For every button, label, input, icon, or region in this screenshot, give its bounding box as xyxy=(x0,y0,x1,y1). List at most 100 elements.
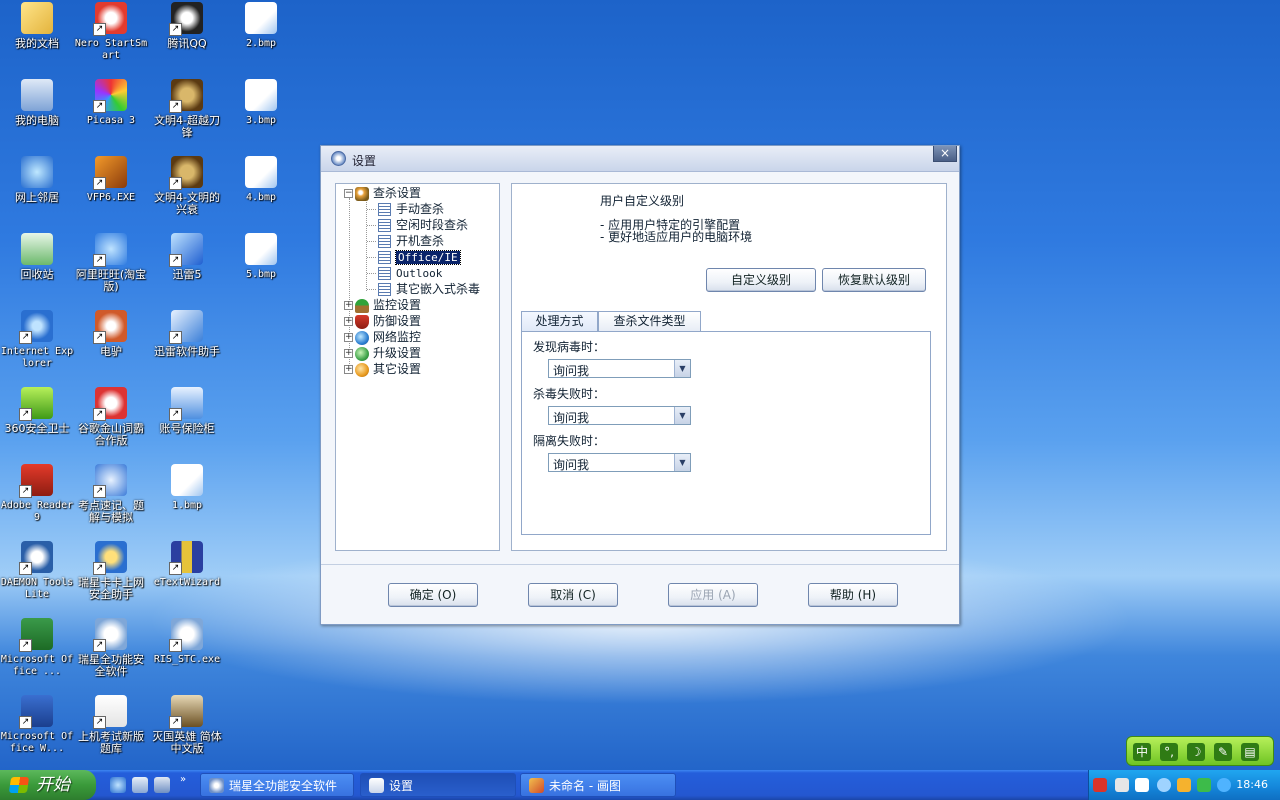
task-paint[interactable]: 未命名 - 画图 xyxy=(520,773,676,797)
desktop-icon[interactable]: 灭国英雄 简体中文版 xyxy=(150,695,224,755)
tree-item-monitor-settings[interactable]: + 监控设置 xyxy=(344,297,421,313)
thunder-icon xyxy=(169,233,203,267)
show-desktop-icon[interactable] xyxy=(132,777,148,793)
my-computer-icon xyxy=(21,79,53,111)
restore-default-button[interactable]: 恢复默认级别 xyxy=(822,268,926,292)
expand-icon[interactable]: + xyxy=(344,349,353,358)
desktop-icon[interactable]: Picasa 3 xyxy=(74,79,148,127)
desktop-icon[interactable]: 文明4-文明的兴衰 xyxy=(150,156,224,216)
umbrella-tray-icon[interactable] xyxy=(1177,778,1191,792)
desktop-icon[interactable]: 阿里旺旺(淘宝版) xyxy=(74,233,148,293)
desktop-icon[interactable]: 上机考试新版题库 xyxy=(74,695,148,755)
desktop-icon[interactable]: 我的文档 xyxy=(0,2,74,50)
desktop-icon[interactable]: 腾讯QQ xyxy=(150,2,224,50)
desktop-icon[interactable]: Adobe Reader 9 xyxy=(0,464,74,524)
dropdown-arrow-icon[interactable]: ▼ xyxy=(674,407,690,424)
ok-button[interactable]: 确定 (O) xyxy=(388,583,478,607)
tree-item-office-ie[interactable]: Office/IE xyxy=(378,249,461,265)
shield-icon xyxy=(355,314,369,329)
desktop-icon-label: 网上邻居 xyxy=(15,191,59,204)
ime-punctuation-toggle[interactable]: °, xyxy=(1160,743,1178,761)
pen-icon[interactable] xyxy=(1115,778,1129,792)
task-rising-antivirus[interactable]: 瑞星全功能安全软件 xyxy=(200,773,354,797)
tree-item-update-settings[interactable]: + 升级设置 xyxy=(344,345,421,361)
desktop-icon[interactable]: 5.bmp xyxy=(224,233,298,281)
tree-item-scan-settings[interactable]: − 查杀设置 xyxy=(344,185,421,201)
ie-quicklaunch-icon[interactable] xyxy=(110,777,126,793)
desktop-icon[interactable]: Microsoft Office ... xyxy=(0,618,74,678)
desktop-icon[interactable]: VFP6.EXE xyxy=(74,156,148,204)
desktop-icon[interactable]: 2.bmp xyxy=(224,2,298,50)
tray-expand-icon[interactable] xyxy=(1157,778,1171,792)
dialog-titlebar[interactable]: 设置 × xyxy=(321,146,959,172)
desktop-icon[interactable]: Microsoft Office W... xyxy=(0,695,74,755)
task-settings[interactable]: 设置 xyxy=(360,773,516,797)
desktop-icon[interactable]: 3.bmp xyxy=(224,79,298,127)
tree-item-manual-scan[interactable]: 手动查杀 xyxy=(378,201,444,217)
desktop-icon[interactable]: 迅雷软件助手 xyxy=(150,310,224,358)
magnifier-icon xyxy=(355,186,369,201)
quicklaunch-chevron-icon[interactable]: » xyxy=(180,774,186,785)
shield-tray-icon[interactable] xyxy=(1197,778,1211,792)
paint-brush-icon xyxy=(529,778,544,793)
tree-item-idle-scan[interactable]: 空闲时段查杀 xyxy=(378,217,468,233)
expand-icon[interactable]: + xyxy=(344,317,353,326)
tree-item-outlook[interactable]: Outlook xyxy=(378,265,442,281)
tab-action-mode[interactable]: 处理方式 xyxy=(521,311,598,332)
tree-item-boot-scan[interactable]: 开机查杀 xyxy=(378,233,444,249)
gear-icon xyxy=(355,362,369,377)
start-button[interactable]: 开始 xyxy=(0,770,96,800)
desktop-icon[interactable]: Nero StartSmart xyxy=(74,2,148,62)
desktop-icon[interactable]: 网上邻居 xyxy=(0,156,74,204)
desktop-icon[interactable]: RIS_STC.exe xyxy=(150,618,224,666)
desktop-icon[interactable]: 4.bmp xyxy=(224,156,298,204)
page-icon xyxy=(378,283,391,296)
update-tray-icon[interactable] xyxy=(1217,778,1231,792)
media-player-icon[interactable] xyxy=(154,777,170,793)
tree-item-other-settings[interactable]: + 其它设置 xyxy=(344,361,421,377)
desktop-icon[interactable]: DAEMON Tools Lite xyxy=(0,541,74,601)
desktop-icon[interactable]: 迅雷5 xyxy=(150,233,224,281)
tree-item-embedded-scan[interactable]: 其它嵌入式杀毒 xyxy=(378,281,480,297)
ime-chinese-toggle[interactable]: 中 xyxy=(1133,743,1151,761)
tree-item-network-monitor[interactable]: + 网络监控 xyxy=(344,329,421,345)
desktop-icon[interactable]: 文明4-超越刀锋 xyxy=(150,79,224,139)
sogou-input-icon[interactable] xyxy=(1093,778,1107,792)
desktop-icon-label: RIS_STC.exe xyxy=(153,654,221,665)
desktop-icon[interactable]: eTextWizard xyxy=(150,541,224,589)
desktop-icon[interactable]: 我的电脑 xyxy=(0,79,74,127)
desktop-icon[interactable]: 电驴 xyxy=(74,310,148,358)
tab-file-types[interactable]: 查杀文件类型 xyxy=(598,311,701,332)
dropdown-arrow-icon[interactable]: ▼ xyxy=(674,454,690,471)
help-button[interactable]: 帮助 (H) xyxy=(808,583,898,607)
desktop-icon[interactable]: 1.bmp xyxy=(150,464,224,512)
globe-icon xyxy=(355,330,369,345)
ime-fullwidth-toggle[interactable]: ☽ xyxy=(1187,743,1205,761)
rising-shield-icon xyxy=(331,151,346,166)
clean-failed-select[interactable]: 询问我 ▼ xyxy=(548,406,691,425)
dictionary-icon xyxy=(93,387,127,421)
expand-icon[interactable]: + xyxy=(344,365,353,374)
collapse-icon[interactable]: − xyxy=(344,189,353,198)
dropdown-arrow-icon[interactable]: ▼ xyxy=(674,360,690,377)
desktop-icon[interactable]: 回收站 xyxy=(0,233,74,281)
ime-tools-icon[interactable]: ✎ xyxy=(1214,743,1232,761)
ime-keyboard-icon[interactable]: ▤ xyxy=(1241,743,1259,761)
desktop-icon[interactable]: 瑞星全功能安全软件 xyxy=(74,618,148,678)
desktop-icon[interactable]: 瑞星卡卡上网安全助手 xyxy=(74,541,148,601)
tree-item-defense-settings[interactable]: + 防御设置 xyxy=(344,313,421,329)
close-button[interactable]: × xyxy=(933,146,957,162)
desktop-icon[interactable]: 360安全卫士 xyxy=(0,387,74,435)
custom-level-button[interactable]: 自定义级别 xyxy=(706,268,816,292)
cancel-button[interactable]: 取消 (C) xyxy=(528,583,618,607)
desktop-icon[interactable]: Internet Explorer xyxy=(0,310,74,370)
desktop-icon[interactable]: 考点速记、题解与模拟 xyxy=(74,464,148,524)
desktop-icon[interactable]: 账号保险柜 xyxy=(150,387,224,435)
desktop-icon[interactable]: 谷歌金山词霸合作版 xyxy=(74,387,148,447)
network-icon[interactable] xyxy=(1135,778,1149,792)
expand-icon[interactable]: + xyxy=(344,301,353,310)
virus-found-select[interactable]: 询问我 ▼ xyxy=(548,359,691,378)
quarantine-failed-select[interactable]: 询问我 ▼ xyxy=(548,453,691,472)
apply-button[interactable]: 应用 (A) xyxy=(668,583,758,607)
expand-icon[interactable]: + xyxy=(344,333,353,342)
